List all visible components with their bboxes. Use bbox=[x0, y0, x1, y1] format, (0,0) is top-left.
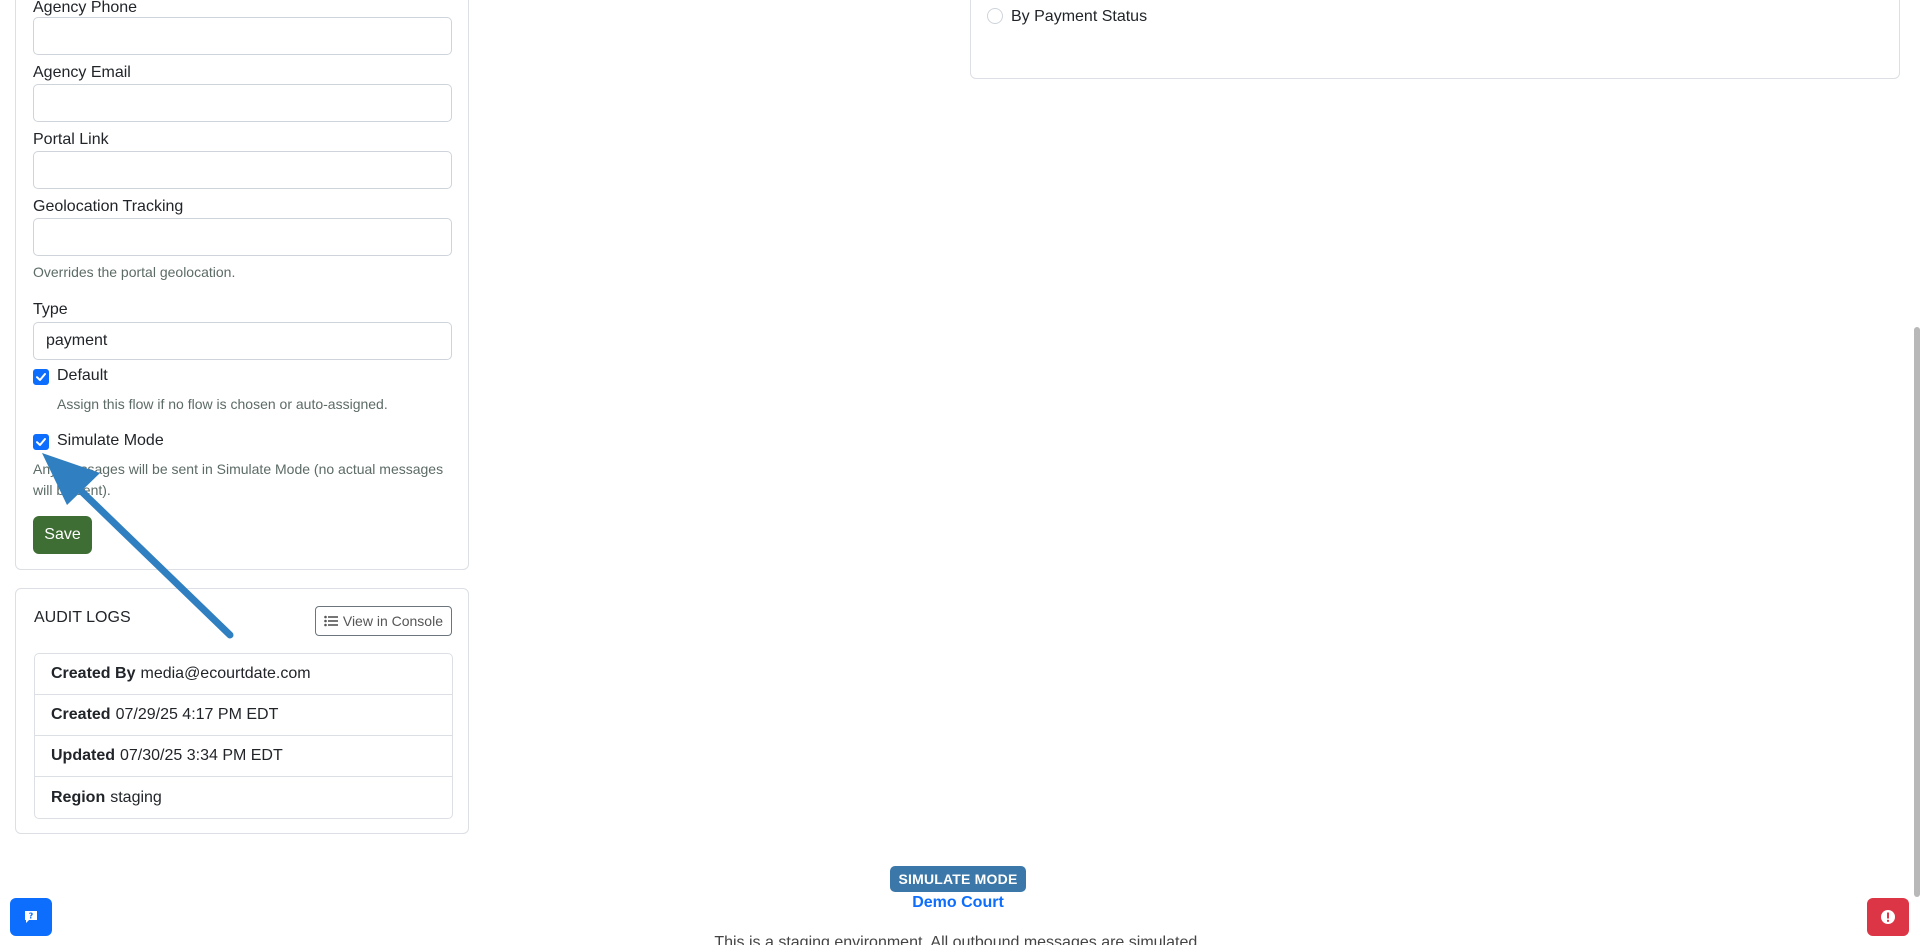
agency-email-input[interactable] bbox=[33, 84, 452, 122]
simulate-mode-label[interactable]: Simulate Mode bbox=[57, 432, 164, 450]
portal-link-input[interactable] bbox=[33, 151, 452, 189]
agency-phone-label: Agency Phone bbox=[33, 0, 138, 16]
simulate-mode-checkbox[interactable] bbox=[33, 434, 49, 450]
default-label[interactable]: Default bbox=[57, 367, 108, 385]
payment-status-label[interactable]: By Payment Status bbox=[1011, 8, 1147, 26]
type-label: Type bbox=[33, 301, 68, 318]
simulate-mode-badge: SIMULATE MODE bbox=[890, 866, 1026, 892]
default-help: Assign this flow if no flow is chosen or… bbox=[57, 396, 388, 412]
audit-row-created-by: Created By media@ecourtdate.com bbox=[35, 654, 452, 695]
audit-logs-title: AUDIT LOGS bbox=[34, 609, 131, 626]
default-checkbox[interactable] bbox=[33, 369, 49, 385]
type-input[interactable] bbox=[33, 322, 452, 360]
view-in-console-label: View in Console bbox=[342, 613, 443, 629]
checkmark-icon bbox=[36, 373, 46, 381]
page-scrollbar[interactable] bbox=[1914, 327, 1920, 897]
audit-row-value: 07/30/25 3:34 PM EDT bbox=[120, 747, 283, 764]
list-icon bbox=[324, 615, 338, 627]
audit-row-label: Created By bbox=[51, 665, 136, 682]
simulate-mode-help-line2: will be sent). bbox=[33, 482, 111, 498]
svg-text:?: ? bbox=[29, 912, 34, 921]
save-button[interactable]: Save bbox=[33, 516, 92, 554]
audit-logs-card: AUDIT LOGS View in Console Created By me… bbox=[15, 588, 469, 834]
audit-row-value: 07/29/25 4:17 PM EDT bbox=[115, 706, 279, 723]
view-in-console-button[interactable]: View in Console bbox=[314, 606, 452, 636]
staging-notice: This is a staging environment. All outbo… bbox=[714, 934, 1202, 945]
simulate-mode-help-line1: Any messages will be sent in Simulate Mo… bbox=[33, 461, 444, 477]
audit-row-label: Region bbox=[51, 788, 106, 806]
portal-link-label: Portal Link bbox=[33, 131, 109, 148]
agency-email-label: Agency Email bbox=[33, 64, 131, 81]
geolocation-input[interactable] bbox=[33, 218, 452, 256]
chat-question-icon: ? bbox=[25, 911, 37, 923]
audit-row-region: Region staging bbox=[35, 777, 452, 818]
audit-row-label: Created bbox=[51, 706, 111, 723]
audit-row-value: media@ecourtdate.com bbox=[140, 665, 311, 682]
audit-row-updated: Updated 07/30/25 3:34 PM EDT bbox=[35, 736, 452, 777]
exclamation-icon bbox=[1881, 910, 1895, 924]
agency-phone-input[interactable] bbox=[33, 17, 452, 55]
audit-log-list: Created By media@ecourtdate.com Created … bbox=[34, 653, 453, 819]
geolocation-help: Overrides the portal geolocation. bbox=[33, 264, 236, 280]
alert-button[interactable] bbox=[1867, 898, 1909, 936]
audit-row-created: Created 07/29/25 4:17 PM EDT bbox=[35, 695, 452, 736]
payment-status-radio[interactable] bbox=[987, 8, 1003, 24]
checkmark-icon bbox=[36, 438, 46, 446]
help-chat-button[interactable]: ? bbox=[10, 898, 52, 936]
audit-row-value: staging bbox=[110, 788, 162, 806]
filters-card: By Payment Status bbox=[970, 0, 1900, 79]
audit-row-label: Updated bbox=[51, 747, 115, 764]
geolocation-label: Geolocation Tracking bbox=[33, 198, 184, 215]
demo-court-link[interactable]: Demo Court bbox=[0, 894, 1916, 912]
